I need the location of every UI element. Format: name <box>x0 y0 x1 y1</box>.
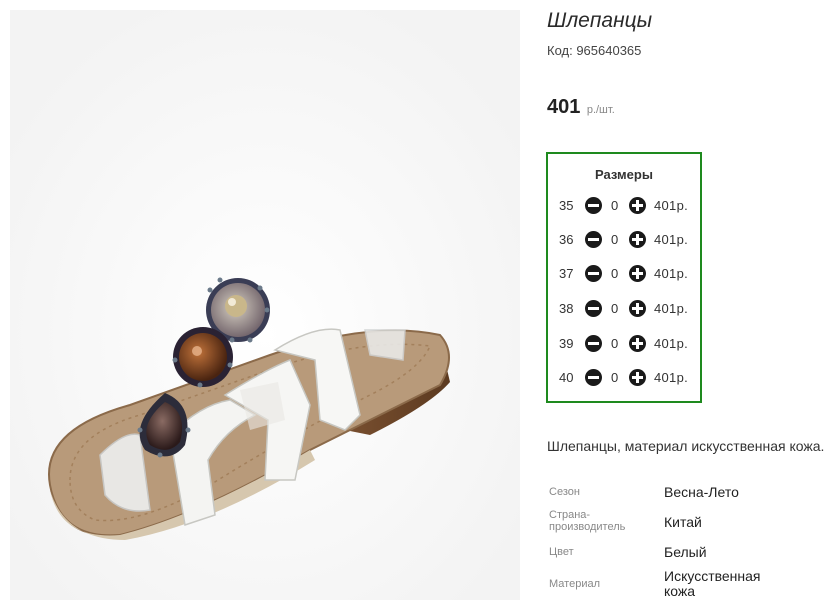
plus-circle-icon[interactable] <box>629 231 646 248</box>
size-number: 39 <box>559 336 574 351</box>
minus-circle-icon[interactable] <box>585 335 602 352</box>
size-row: 37 0 401р. <box>548 264 700 284</box>
price-unit: р./шт. <box>586 104 615 116</box>
sizes-panel: Размеры 35 0 401р. 36 0 401р. 37 0 401р.… <box>546 152 702 403</box>
size-quantity: 0 <box>611 301 619 316</box>
minus-circle-icon[interactable] <box>585 369 602 386</box>
spec-label-material: Материал <box>549 578 600 590</box>
size-number: 35 <box>559 198 574 213</box>
size-row: 40 0 401р. <box>548 368 700 388</box>
size-price: 401р. <box>654 232 689 247</box>
product-title: Шлепанцы <box>547 9 653 32</box>
product-code: Код: 965640365 <box>547 43 642 58</box>
spec-label-season: Сезон <box>549 486 580 498</box>
size-quantity: 0 <box>611 266 619 281</box>
size-price: 401р. <box>654 266 689 281</box>
size-row: 35 0 401р. <box>548 196 700 216</box>
size-number: 38 <box>559 301 574 316</box>
spec-label-color: Цвет <box>549 546 574 558</box>
spec-label-country: Страна-производитель <box>549 509 626 533</box>
price-amount: 401 <box>547 96 581 118</box>
size-price: 401р. <box>654 301 689 316</box>
product-image <box>10 10 520 600</box>
size-quantity: 0 <box>611 198 619 213</box>
size-price: 401р. <box>654 198 689 213</box>
size-row: 36 0 401р. <box>548 230 700 250</box>
size-row: 39 0 401р. <box>548 334 700 354</box>
size-price: 401р. <box>654 336 689 351</box>
plus-circle-icon[interactable] <box>629 265 646 282</box>
size-price: 401р. <box>654 370 689 385</box>
plus-circle-icon[interactable] <box>629 197 646 214</box>
minus-circle-icon[interactable] <box>585 300 602 317</box>
product-description: Шлепанцы, материал искусственная кожа. <box>547 438 825 454</box>
size-quantity: 0 <box>611 370 619 385</box>
minus-circle-icon[interactable] <box>585 265 602 282</box>
minus-circle-icon[interactable] <box>585 231 602 248</box>
minus-circle-icon[interactable] <box>585 197 602 214</box>
size-number: 36 <box>559 232 574 247</box>
plus-circle-icon[interactable] <box>629 369 646 386</box>
sizes-title: Размеры <box>595 167 653 182</box>
spec-value-country: Китай <box>664 514 702 530</box>
plus-circle-icon[interactable] <box>629 335 646 352</box>
size-number: 40 <box>559 370 574 385</box>
plus-circle-icon[interactable] <box>629 300 646 317</box>
size-quantity: 0 <box>611 336 619 351</box>
product-price: 401 р./шт. <box>547 96 615 119</box>
spec-value-season: Весна-Лето <box>664 484 739 500</box>
size-number: 37 <box>559 266 574 281</box>
size-row: 38 0 401р. <box>548 299 700 319</box>
size-quantity: 0 <box>611 232 619 247</box>
spec-value-material: Искусственная кожа <box>664 568 761 599</box>
spec-value-color: Белый <box>664 544 707 560</box>
